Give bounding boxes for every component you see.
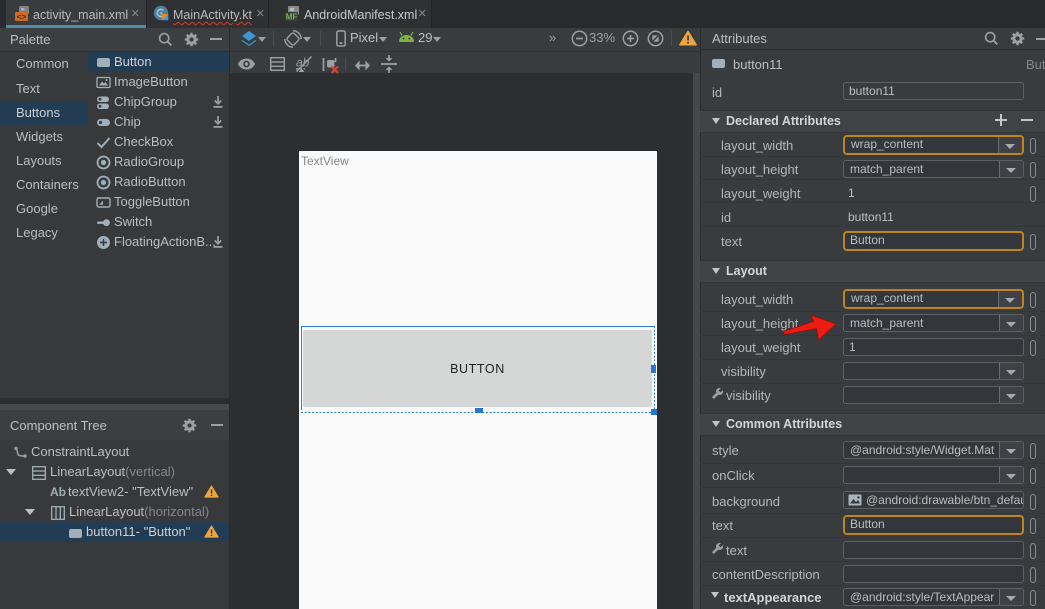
svg-text:MF: MF	[286, 13, 298, 22]
svg-text:<>: <>	[17, 14, 27, 23]
svg-text:ab: ab	[296, 56, 310, 70]
